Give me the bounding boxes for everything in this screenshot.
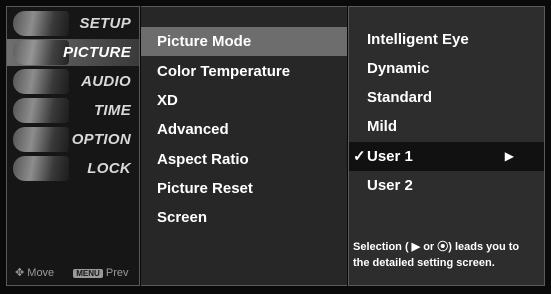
category-time[interactable]: TIME bbox=[7, 97, 139, 124]
picture-menu: Picture Mode Color Temperature XD Advanc… bbox=[141, 6, 347, 286]
option-mild[interactable]: Mild bbox=[349, 112, 544, 141]
hint-line-2: the detailed setting screen. bbox=[353, 257, 495, 269]
category-lock[interactable]: LOCK bbox=[7, 155, 139, 182]
lock-icon bbox=[13, 156, 69, 181]
option-label: Dynamic bbox=[367, 60, 430, 77]
category-option[interactable]: OPTION bbox=[7, 126, 139, 153]
menu-item-aspect-ratio[interactable]: Aspect Ratio bbox=[141, 145, 347, 174]
category-label: SETUP bbox=[79, 15, 131, 32]
menu-item-label: Screen bbox=[157, 209, 208, 226]
category-label: AUDIO bbox=[81, 73, 131, 90]
menu-item-label: Picture Mode bbox=[157, 33, 252, 50]
menu-item-screen[interactable]: Screen bbox=[141, 203, 347, 232]
menu-item-label: Color Temperature bbox=[157, 63, 291, 80]
option-user-1[interactable]: ✓ User 1 ▶ bbox=[349, 142, 544, 171]
category-label: OPTION bbox=[71, 131, 131, 148]
option-label: Standard bbox=[367, 89, 433, 106]
film-reel-icon bbox=[13, 40, 69, 65]
category-setup[interactable]: SETUP bbox=[7, 10, 139, 37]
speaker-icon bbox=[13, 69, 69, 94]
satellite-dish-icon bbox=[13, 11, 69, 36]
clock-icon bbox=[13, 98, 69, 123]
selection-hint: Selection ( ▶ or ⦿) leads you to the det… bbox=[353, 239, 543, 271]
option-label: Mild bbox=[367, 118, 397, 135]
option-label: User 2 bbox=[367, 177, 413, 194]
prev-label: Prev bbox=[105, 267, 129, 279]
menu-item-label: XD bbox=[157, 92, 178, 109]
category-label: LOCK bbox=[87, 160, 131, 177]
checkmark-icon: ✓ bbox=[353, 148, 366, 165]
menu-item-picture-reset[interactable]: Picture Reset bbox=[141, 174, 347, 203]
menu-item-label: Aspect Ratio bbox=[157, 151, 249, 168]
option-standard[interactable]: Standard bbox=[349, 83, 544, 112]
option-label: Intelligent Eye bbox=[367, 31, 469, 48]
menu-key-icon: MENU bbox=[73, 269, 103, 278]
menu-item-picture-mode[interactable]: Picture Mode bbox=[141, 27, 347, 56]
tv-osd-screen: SETUP PICTURE AUDIO TIME OPTION LOCK ✥ M… bbox=[0, 0, 551, 294]
option-user-2[interactable]: User 2 bbox=[349, 171, 544, 200]
option-dynamic[interactable]: Dynamic bbox=[349, 54, 544, 83]
menu-item-color-temperature[interactable]: Color Temperature bbox=[141, 57, 347, 86]
category-audio[interactable]: AUDIO bbox=[7, 68, 139, 95]
picture-mode-options: Intelligent Eye Dynamic Standard Mild ✓ … bbox=[348, 6, 545, 286]
navigation-hint-bar: ✥ Move MENU Prev bbox=[15, 266, 129, 279]
option-label: User 1 bbox=[367, 148, 413, 165]
submenu-arrow-icon: ▶ bbox=[504, 149, 514, 163]
category-label: PICTURE bbox=[63, 44, 131, 61]
move-arrows-icon: ✥ bbox=[15, 267, 25, 279]
category-picture[interactable]: PICTURE bbox=[7, 39, 139, 66]
hint-line-1: Selection ( ▶ or ⦿) leads you to bbox=[353, 241, 520, 253]
menu-item-label: Picture Reset bbox=[157, 180, 253, 197]
category-sidebar: SETUP PICTURE AUDIO TIME OPTION LOCK ✥ M… bbox=[6, 6, 140, 286]
menu-item-advanced[interactable]: Advanced bbox=[141, 115, 347, 144]
menu-item-label: Advanced bbox=[157, 121, 229, 138]
option-disc-icon bbox=[13, 127, 69, 152]
move-label: Move bbox=[27, 267, 55, 279]
category-label: TIME bbox=[93, 102, 131, 119]
menu-item-xd[interactable]: XD bbox=[141, 86, 347, 115]
option-intelligent-eye[interactable]: Intelligent Eye bbox=[349, 25, 544, 54]
